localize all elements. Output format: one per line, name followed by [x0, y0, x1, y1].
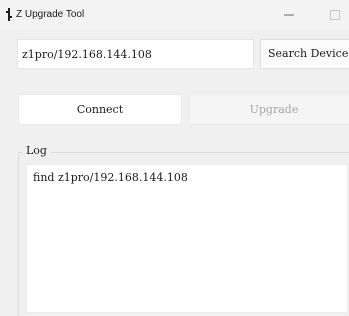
app-icon	[6, 8, 12, 21]
maximize-icon	[330, 10, 340, 20]
window-title: Z Upgrade Tool	[16, 9, 85, 20]
title-bar[interactable]: Z Upgrade Tool	[0, 0, 349, 30]
log-output[interactable]: find z1pro/192.168.144.108	[27, 165, 347, 312]
minimize-button[interactable]	[266, 0, 312, 30]
upgrade-button: Upgrade	[189, 94, 349, 125]
connect-button[interactable]: Connect	[18, 94, 182, 125]
minimize-icon	[284, 14, 294, 16]
maximize-button[interactable]	[312, 0, 349, 30]
search-device-button[interactable]: Search Device	[260, 39, 349, 69]
app-window: Z Upgrade Tool Search Device Connect Upg…	[0, 0, 349, 316]
device-address-input[interactable]	[18, 40, 253, 68]
log-title: Log	[22, 143, 51, 159]
